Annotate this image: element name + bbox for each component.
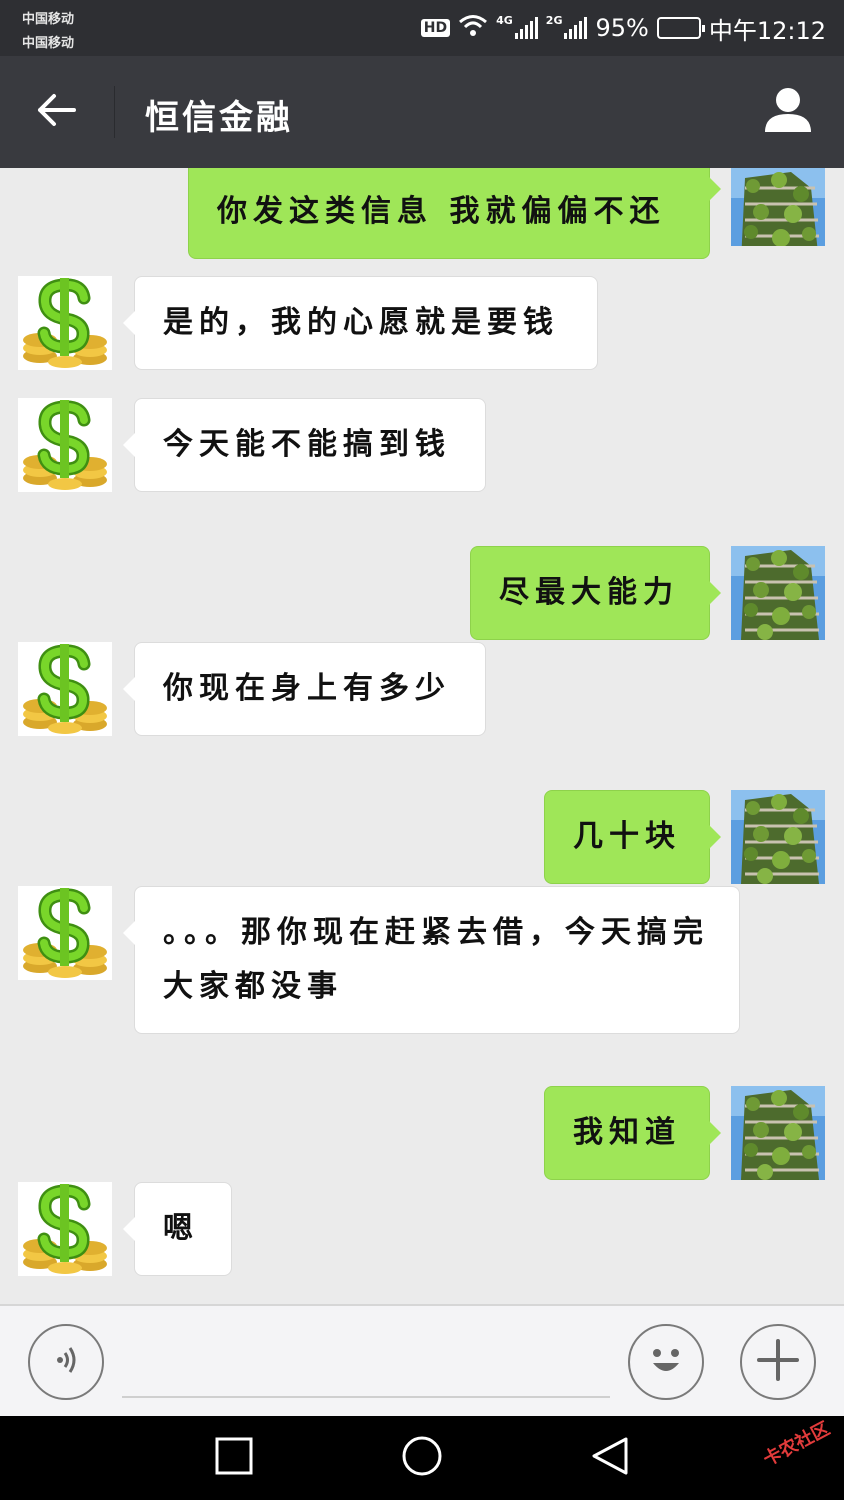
smiley-icon xyxy=(641,1335,691,1389)
outgoing-message-bubble[interactable]: 你发这类信息 我就偏偏不还 xyxy=(188,168,721,259)
contact-avatar[interactable] xyxy=(18,276,112,370)
person-icon xyxy=(763,86,813,138)
wifi-icon xyxy=(458,13,488,43)
plus-icon xyxy=(755,1337,801,1387)
chat-title: 恒信金融 xyxy=(145,98,293,138)
incoming-message-bubble[interactable]: 是的，我的心愿就是要钱 xyxy=(123,276,598,370)
my-avatar[interactable] xyxy=(731,168,825,246)
contact-avatar[interactable] xyxy=(18,398,112,492)
incoming-message-bubble[interactable]: 嗯 xyxy=(123,1182,232,1276)
network-type-1: 4G xyxy=(496,13,513,27)
chat-area[interactable]: 你发这类信息 我就偏偏不还是的，我的心愿就是要钱 今天能不能搞到钱尽最大能力 你现在… xyxy=(0,168,844,1304)
signal-icon xyxy=(564,17,588,39)
navigation-bar: 卡农社区 xyxy=(0,1416,844,1500)
recents-button[interactable] xyxy=(212,1436,256,1480)
emoji-button[interactable] xyxy=(628,1324,704,1400)
voice-icon xyxy=(48,1342,84,1382)
my-avatar[interactable] xyxy=(731,790,825,884)
profile-button[interactable] xyxy=(760,84,816,140)
contact-avatar[interactable] xyxy=(18,886,112,980)
carrier-name-2: 中国移动 xyxy=(22,36,75,51)
message-input[interactable] xyxy=(122,1336,610,1398)
network-type-2: 2G xyxy=(545,13,563,27)
carrier-name-1: 中国移动 xyxy=(22,12,75,27)
outgoing-message-bubble[interactable]: 几十块 xyxy=(544,790,721,884)
contact-avatar[interactable] xyxy=(18,1182,112,1276)
title-bar: 恒信金融 xyxy=(0,56,844,168)
plus-button[interactable] xyxy=(740,1324,816,1400)
contact-avatar[interactable] xyxy=(18,642,112,736)
signal-icon xyxy=(514,17,538,39)
incoming-message-bubble[interactable]: 你现在身上有多少 xyxy=(123,642,486,736)
outgoing-message-bubble[interactable]: 尽最大能力 xyxy=(470,546,721,640)
square-icon xyxy=(215,1437,253,1479)
my-avatar[interactable] xyxy=(731,1086,825,1180)
hd-badge: HD xyxy=(420,19,451,37)
circle-icon xyxy=(401,1435,443,1481)
voice-button[interactable] xyxy=(28,1324,104,1400)
battery-percent: 95% xyxy=(595,14,649,42)
incoming-message-bubble[interactable]: 。。。那你现在赶紧去借，今天搞完大家都没事 xyxy=(123,886,740,1034)
title-divider xyxy=(114,86,115,138)
clock: 中午12:12 xyxy=(708,16,826,45)
arrow-left-icon xyxy=(36,93,76,131)
status-indicators: HD 4G 2G 95% 中午12:12 xyxy=(420,12,826,45)
input-bar xyxy=(0,1304,844,1416)
my-avatar[interactable] xyxy=(731,546,825,640)
home-button[interactable] xyxy=(400,1436,444,1480)
back-button[interactable] xyxy=(30,86,82,138)
outgoing-message-bubble[interactable]: 我知道 xyxy=(544,1086,721,1180)
triangle-back-icon xyxy=(590,1436,630,1480)
watermark: 卡农社区 xyxy=(759,1418,834,1471)
incoming-message-bubble[interactable]: 今天能不能搞到钱 xyxy=(123,398,486,492)
nav-back-button[interactable] xyxy=(588,1436,632,1480)
battery-icon xyxy=(656,17,705,39)
status-bar: 中国移动 中国移动 HD 4G 2G 95% 中午12:12 xyxy=(0,0,844,56)
